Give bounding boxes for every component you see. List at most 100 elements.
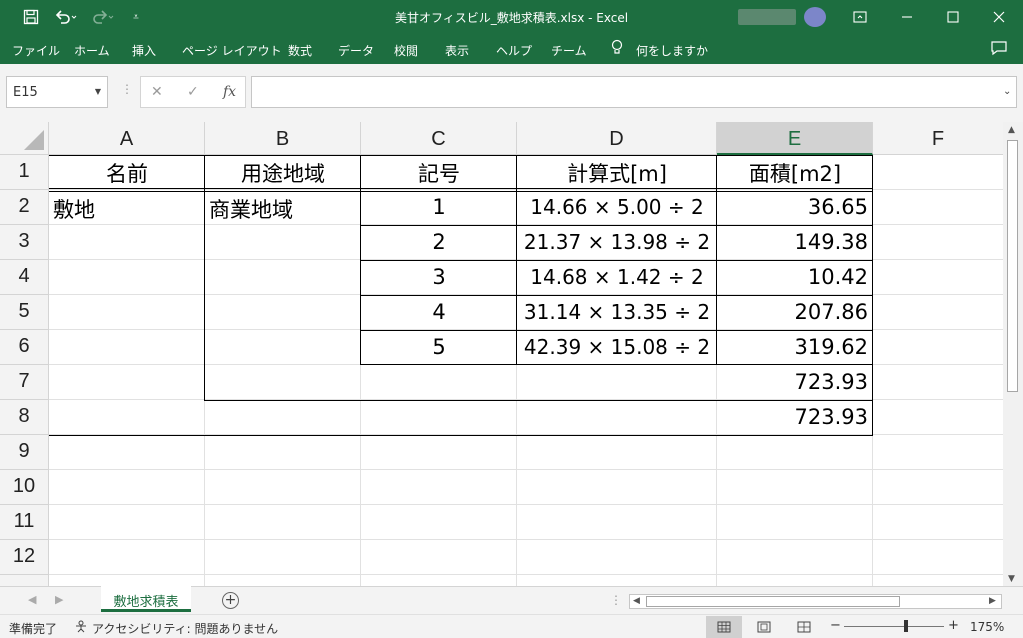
column-header-d[interactable]: D bbox=[517, 122, 717, 155]
cell-d2[interactable]: 14.66 × 5.00 ÷ 2 bbox=[517, 192, 717, 227]
row-header-9[interactable]: 9 bbox=[0, 435, 49, 470]
cell-d5[interactable]: 31.14 × 13.35 ÷ 2 bbox=[517, 297, 717, 332]
tell-me-box[interactable]: 何をしますか bbox=[636, 42, 708, 59]
row-header-6[interactable]: 6 bbox=[0, 330, 49, 365]
formula-input[interactable] bbox=[251, 76, 1017, 108]
excel-window: ⩡ 美甘オフィスビル_敷地求積表.xlsx - Excel ファイル ホーム 挿… bbox=[0, 0, 1023, 638]
accessibility-status[interactable]: アクセシビリティ: 問題ありません bbox=[92, 620, 278, 637]
column-header-a[interactable]: A bbox=[49, 122, 205, 155]
formula-bar: E15 ▼ ⋮ ✕ ✓ fx ⌄ bbox=[0, 64, 1023, 122]
row-header-3[interactable]: 3 bbox=[0, 225, 49, 260]
row-header-2[interactable]: 2 bbox=[0, 190, 49, 225]
cell-a1[interactable]: 名前 bbox=[49, 155, 205, 190]
vertical-scroll-thumb[interactable] bbox=[1007, 140, 1018, 392]
cell-b1[interactable]: 用途地域 bbox=[205, 155, 361, 190]
comment-icon[interactable] bbox=[990, 40, 1008, 59]
cell-c4[interactable]: 3 bbox=[361, 262, 517, 297]
avatar[interactable] bbox=[804, 7, 826, 27]
tab-insert[interactable]: 挿入 bbox=[132, 42, 156, 59]
cell-d1[interactable]: 計算式[m] bbox=[517, 155, 717, 190]
cell-c3[interactable]: 2 bbox=[361, 227, 517, 262]
name-box[interactable]: E15 ▼ bbox=[6, 76, 108, 108]
add-sheet-icon[interactable]: + bbox=[222, 592, 239, 609]
cell-d6[interactable]: 42.39 × 15.08 ÷ 2 bbox=[517, 332, 717, 367]
row-header-10[interactable]: 10 bbox=[0, 470, 49, 505]
column-header-e[interactable]: E bbox=[717, 122, 873, 155]
cell-e7[interactable]: 723.93 bbox=[717, 367, 873, 402]
enter-icon[interactable]: ✓ bbox=[187, 84, 199, 100]
vertical-scrollbar[interactable]: ▲ ▼ bbox=[1003, 122, 1023, 586]
ribbon-tabs: ファイル ホーム 挿入 ページ レイアウト 数式 データ 校閲 表示 ヘルプ チ… bbox=[0, 34, 1023, 64]
cancel-icon[interactable]: ✕ bbox=[151, 84, 163, 100]
zoom-slider-thumb[interactable] bbox=[904, 620, 908, 632]
zoom-level[interactable]: 175% bbox=[970, 620, 1004, 634]
row-header-11[interactable]: 11 bbox=[0, 505, 49, 540]
cell-e6[interactable]: 319.62 bbox=[717, 332, 873, 367]
row-header-12[interactable]: 12 bbox=[0, 540, 49, 575]
row-header-8[interactable]: 8 bbox=[0, 400, 49, 435]
cell-e3[interactable]: 149.38 bbox=[717, 227, 873, 262]
gridline bbox=[49, 469, 1004, 470]
more-icon[interactable]: ⋮ bbox=[121, 82, 133, 96]
scroll-up-icon[interactable]: ▲ bbox=[1008, 125, 1015, 135]
zoom-out-icon[interactable]: − bbox=[830, 618, 841, 633]
tab-formulas[interactable]: 数式 bbox=[288, 42, 312, 59]
ribbon-display-icon[interactable] bbox=[846, 0, 874, 34]
page-layout-view-icon[interactable] bbox=[746, 616, 782, 638]
tab-help[interactable]: ヘルプ bbox=[496, 42, 532, 59]
insert-function-icon[interactable]: fx bbox=[223, 84, 236, 100]
chevron-down-icon[interactable]: ▼ bbox=[95, 87, 101, 96]
accessibility-icon[interactable] bbox=[74, 620, 88, 636]
tab-review[interactable]: 校閲 bbox=[394, 42, 418, 59]
next-sheet-icon[interactable]: ▶ bbox=[55, 593, 63, 606]
tab-view[interactable]: 表示 bbox=[445, 42, 469, 59]
scroll-down-icon[interactable]: ▼ bbox=[1008, 574, 1015, 584]
column-header-b[interactable]: B bbox=[205, 122, 361, 155]
split-handle-icon[interactable]: ⋮ bbox=[610, 593, 622, 607]
tab-data[interactable]: データ bbox=[338, 42, 374, 59]
row-header-4[interactable]: 4 bbox=[0, 260, 49, 295]
row-header-13[interactable] bbox=[0, 575, 49, 586]
sheet-tab-bar: ◀ ▶ 敷地求積表 + ⋮ ◀ ▶ bbox=[0, 586, 1023, 614]
cell-c5[interactable]: 4 bbox=[361, 297, 517, 332]
cell-e5[interactable]: 207.86 bbox=[717, 297, 873, 332]
cell-d4[interactable]: 14.68 × 1.42 ÷ 2 bbox=[517, 262, 717, 297]
column-header-f[interactable]: F bbox=[873, 122, 1004, 155]
cell-e2[interactable]: 36.65 bbox=[717, 192, 873, 227]
tab-file[interactable]: ファイル bbox=[12, 42, 60, 59]
horizontal-scroll-thumb[interactable] bbox=[646, 596, 900, 607]
cell-e8[interactable]: 723.93 bbox=[717, 402, 873, 437]
expand-formula-icon[interactable]: ⌄ bbox=[1003, 86, 1011, 97]
cell-c2[interactable]: 1 bbox=[361, 192, 517, 227]
cell-d3[interactable]: 21.37 × 13.98 ÷ 2 bbox=[517, 227, 717, 262]
maximize-icon[interactable] bbox=[938, 0, 968, 34]
page-break-view-icon[interactable] bbox=[786, 616, 822, 638]
scroll-right-icon[interactable]: ▶ bbox=[989, 596, 996, 606]
prev-sheet-icon[interactable]: ◀ bbox=[28, 593, 36, 606]
cell-e4[interactable]: 10.42 bbox=[717, 262, 873, 297]
cell-c6[interactable]: 5 bbox=[361, 332, 517, 367]
minimize-icon[interactable] bbox=[892, 0, 922, 34]
row-header-7[interactable]: 7 bbox=[0, 365, 49, 400]
close-icon[interactable] bbox=[984, 0, 1014, 34]
cell-c1[interactable]: 記号 bbox=[361, 155, 517, 190]
zoom-in-icon[interactable]: + bbox=[948, 618, 959, 633]
status-bar: 準備完了 アクセシビリティ: 問題ありません − + 175% bbox=[0, 614, 1023, 638]
worksheet-grid[interactable]: A B C D E F 1 2 3 4 5 6 7 8 9 10 11 12 名… bbox=[0, 122, 1023, 586]
scroll-left-icon[interactable]: ◀ bbox=[633, 596, 640, 606]
tab-team[interactable]: チーム bbox=[551, 42, 587, 59]
column-header-c[interactable]: C bbox=[361, 122, 517, 155]
normal-view-icon[interactable] bbox=[706, 616, 742, 638]
cell-a2[interactable]: 敷地 bbox=[49, 191, 205, 226]
tab-page-layout[interactable]: ページ レイアウト bbox=[182, 42, 282, 59]
sheet-tab-active[interactable]: 敷地求積表 bbox=[101, 586, 191, 612]
row-header-5[interactable]: 5 bbox=[0, 295, 49, 330]
select-all-button[interactable] bbox=[0, 122, 49, 155]
tab-home[interactable]: ホーム bbox=[74, 42, 110, 59]
horizontal-scrollbar[interactable]: ◀ ▶ bbox=[629, 594, 1002, 609]
cell-b2[interactable]: 商業地域 bbox=[205, 191, 361, 226]
zoom-slider[interactable] bbox=[844, 626, 944, 627]
row-header-1[interactable]: 1 bbox=[0, 155, 49, 190]
cell-e1[interactable]: 面積[m2] bbox=[717, 155, 873, 190]
title-bar: ⩡ 美甘オフィスビル_敷地求積表.xlsx - Excel bbox=[0, 0, 1023, 34]
